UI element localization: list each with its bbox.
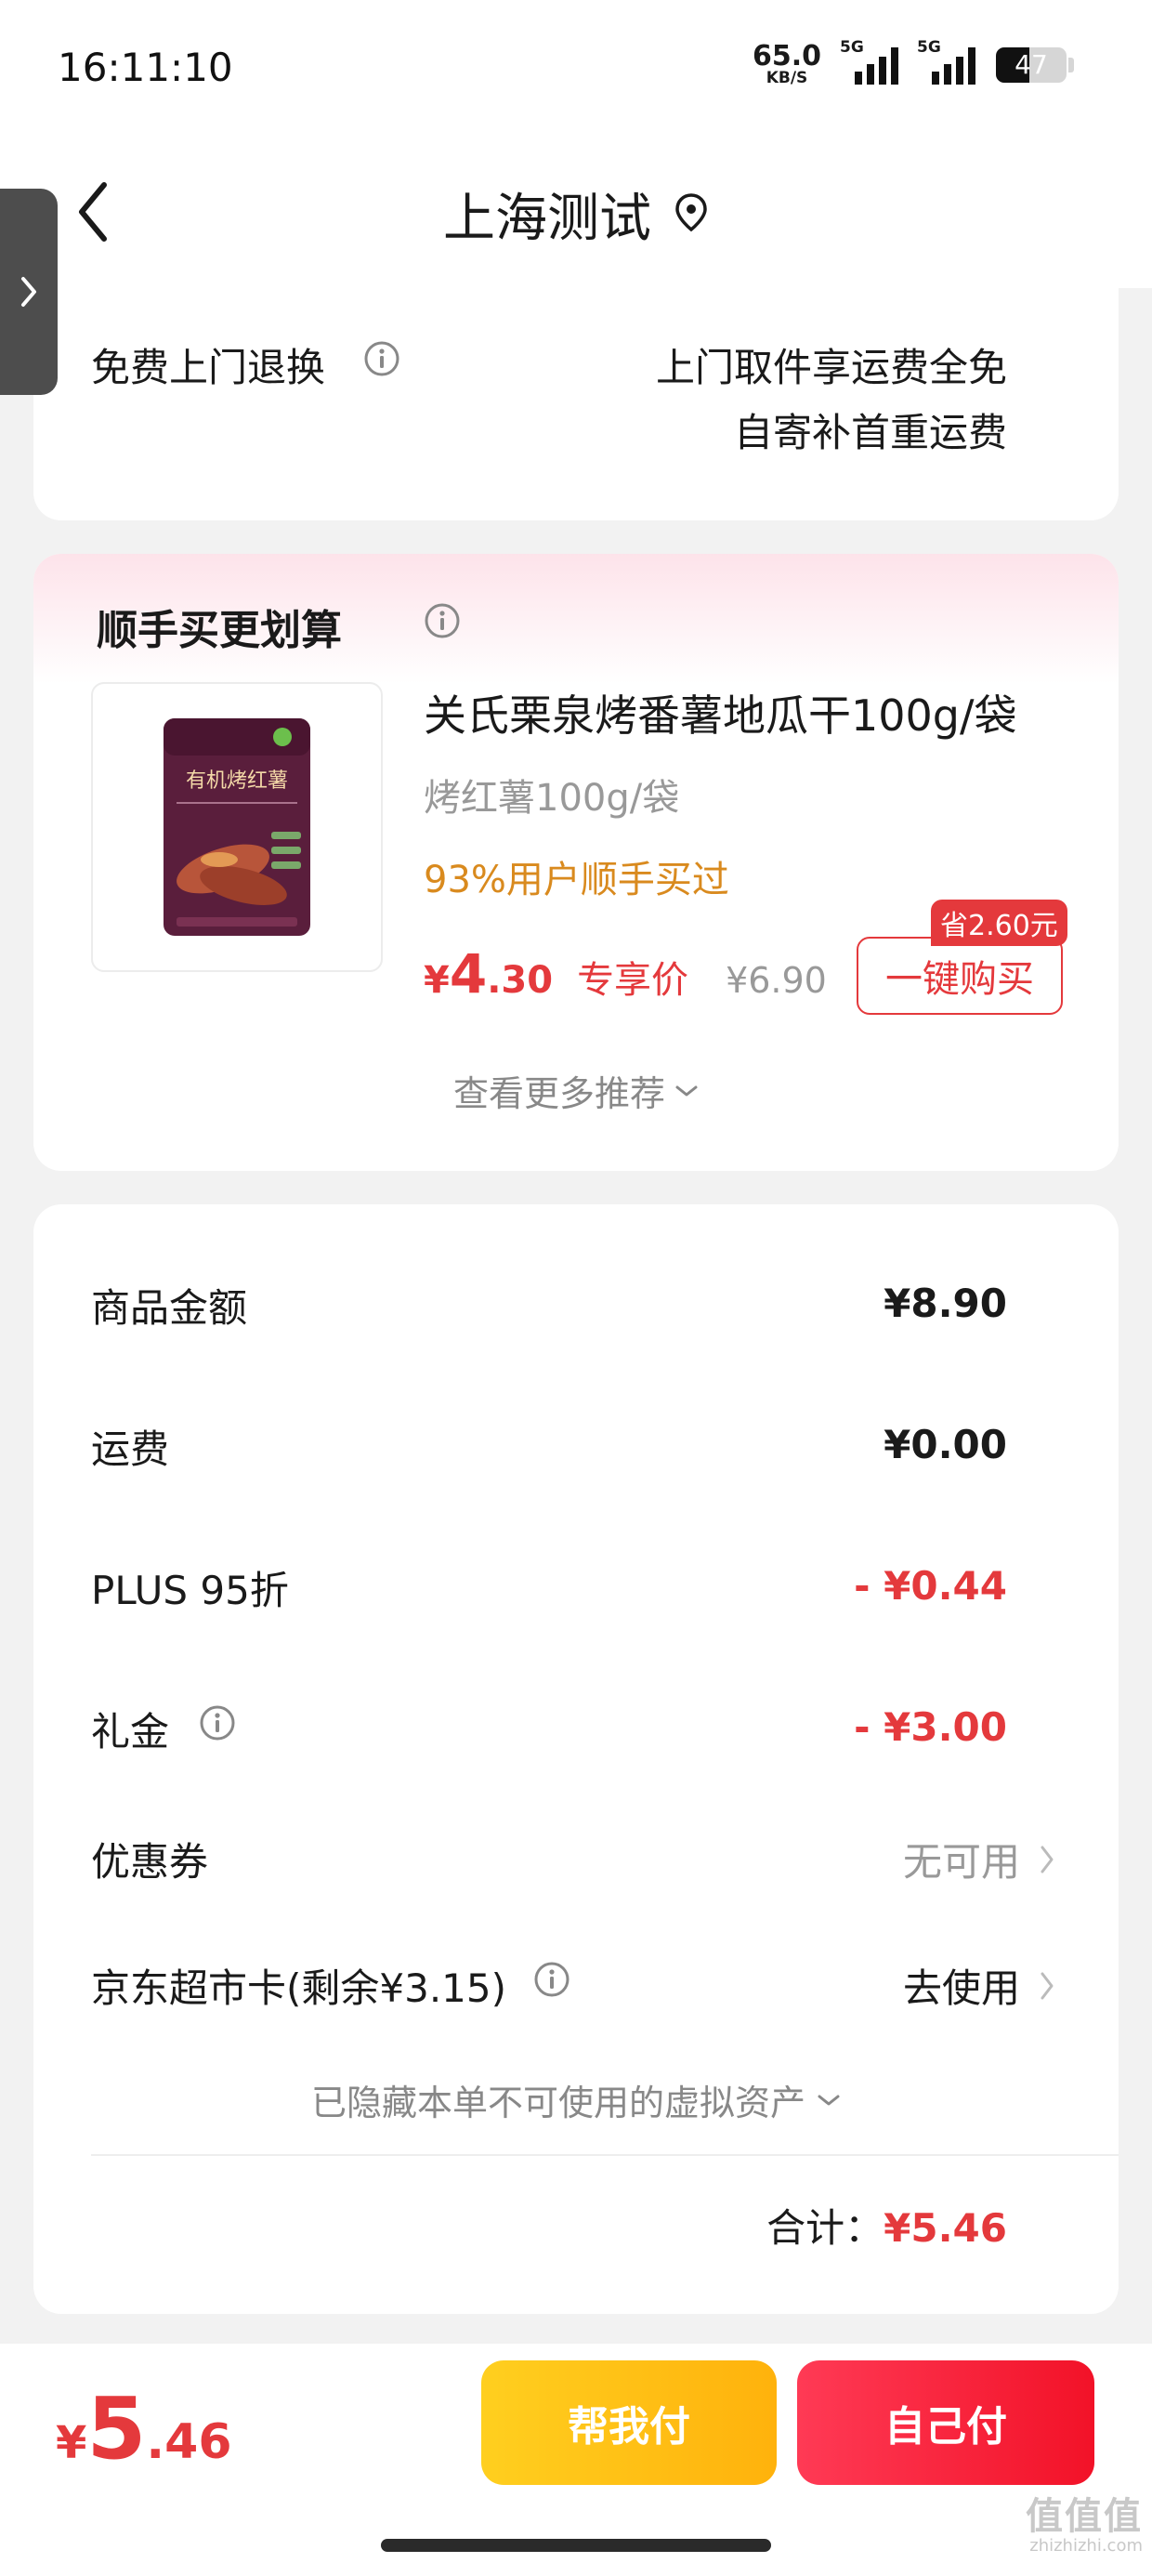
info-icon[interactable] (533, 1961, 570, 1998)
chevron-right-icon (1041, 1846, 1054, 1873)
status-bar: 16:11:10 65.0 KB/S 5G 5G 47 (0, 0, 1152, 139)
product-spec: 烤红薯100g/袋 (424, 777, 680, 820)
save-badge: 省2.60元 (931, 900, 1067, 946)
price-summary-card: 商品金额 ¥8.90 运费 ¥0.00 PLUS 95折 - ¥0.44 礼金 … (33, 1204, 1119, 2314)
total-value: ¥5.46 (884, 2205, 1007, 2251)
return-line-2: 自寄补首重运费 (733, 410, 1007, 455)
return-card: 免费上门退换 上门取件享运费全免 自寄补首重运费 (33, 288, 1119, 520)
goods-amount-label: 商品金额 (91, 1285, 248, 1331)
pay-myself-button[interactable]: 自己付 (797, 2360, 1094, 2485)
total-label: 合计： (766, 2205, 884, 2251)
hidden-assets-toggle[interactable]: 已隐藏本单不可使用的虚拟资产 (33, 2074, 1119, 2125)
home-indicator[interactable] (381, 2539, 771, 2552)
network-speed: 65.0 KB/S (753, 43, 821, 86)
divider (91, 2154, 1119, 2156)
package-label: 有机烤红薯 (186, 769, 288, 793)
coupon-label: 优惠券 (91, 1839, 209, 1885)
plus-discount-label: PLUS 95折 (91, 1568, 289, 1613)
payable-amount: ¥ 5 .46 (56, 2379, 232, 2478)
product-image[interactable]: 有机烤红薯 (91, 682, 383, 972)
product-price: ¥ 4 .30 专享价 ¥6.90 (424, 942, 827, 1005)
plus-discount-value: - ¥0.44 (854, 1563, 1007, 1609)
help-me-pay-button[interactable]: 帮我付 (481, 2360, 777, 2485)
original-price: ¥6.90 (726, 960, 827, 1001)
signal-icon: 5G (840, 38, 898, 85)
battery-level: 47 (1015, 49, 1048, 80)
payable-symbol: ¥ (56, 2417, 87, 2469)
chevron-right-icon (21, 277, 36, 307)
chevron-down-icon (675, 1085, 698, 1096)
bottom-action-bar: ¥ 5 .46 帮我付 自己付 值值值 zhizhizhi.com (0, 2344, 1152, 2576)
use-card-value: 去使用 (902, 1965, 1020, 2011)
return-line-1: 上门取件享运费全免 (655, 345, 1007, 390)
status-icons: 65.0 KB/S 5G 5G 47 (753, 38, 1074, 86)
price-tag: 专享价 (577, 959, 689, 1002)
gift-money-value: - ¥3.00 (854, 1704, 1007, 1750)
more-recommendations-label: 查看更多推荐 (452, 1073, 665, 1114)
info-icon[interactable] (363, 340, 400, 377)
use-card-link[interactable]: 去使用 (903, 1957, 1055, 2014)
coupon-link[interactable]: 无可用 (903, 1831, 1055, 1887)
watermark: 值值值 zhizhizhi.com (1026, 2496, 1143, 2556)
one-click-buy-button[interactable]: 一键购买 (857, 937, 1063, 1015)
chevron-right-icon (1041, 1972, 1054, 1999)
price-decimal: .30 (487, 959, 554, 1002)
side-expand-tab[interactable] (0, 189, 58, 395)
watermark-sub: zhizhizhi.com (1029, 2536, 1143, 2556)
shipping-label: 运费 (91, 1426, 170, 1472)
recommendation-title: 顺手买更划算 (97, 607, 342, 654)
supermarket-card-label: 京东超市卡(剩余¥3.15) (91, 1965, 507, 2011)
network-speed-value: 65.0 (752, 40, 821, 72)
price-symbol: ¥ (424, 959, 450, 1002)
page-title: 上海测试 (443, 189, 651, 249)
total-row: 合计： ¥5.46 (766, 2197, 1007, 2254)
more-recommendations-link[interactable]: 查看更多推荐 (33, 1065, 1119, 1116)
goods-amount-value: ¥8.90 (884, 1281, 1007, 1326)
payable-decimal: .46 (146, 2414, 232, 2470)
network-speed-unit: KB/S (766, 69, 808, 87)
signal-tag-2: 5G (917, 37, 941, 57)
product-social-proof: 93%用户顺手买过 (424, 859, 729, 901)
return-label: 免费上门退换 (91, 345, 326, 390)
recommendation-card: 顺手买更划算 有机烤红薯 关氏栗泉烤番薯地瓜干100g/袋 烤红薯100g/袋 … (33, 554, 1119, 1171)
status-time: 16:11:10 (58, 45, 233, 90)
product-name[interactable]: 关氏栗泉烤番薯地瓜干100g/袋 (424, 682, 1017, 743)
battery-icon: 47 (996, 46, 1067, 83)
location-pin-icon[interactable] (674, 192, 709, 237)
coupon-value: 无可用 (902, 1839, 1020, 1885)
signal-icon-2: 5G (917, 38, 975, 85)
payable-integer: 5 (86, 2379, 147, 2478)
watermark-main: 值值值 (1026, 2495, 1143, 2538)
signal-tag: 5G (840, 37, 864, 57)
chevron-down-icon (818, 2095, 840, 2105)
info-icon[interactable] (199, 1704, 236, 1741)
shipping-value: ¥0.00 (884, 1422, 1007, 1467)
nav-header: 上海测试 (0, 139, 1152, 288)
price-integer: 4 (449, 942, 488, 1005)
info-icon[interactable] (424, 602, 461, 639)
gift-money-label: 礼金 (91, 1709, 170, 1755)
hidden-assets-label: 已隐藏本单不可使用的虚拟资产 (310, 2083, 805, 2123)
